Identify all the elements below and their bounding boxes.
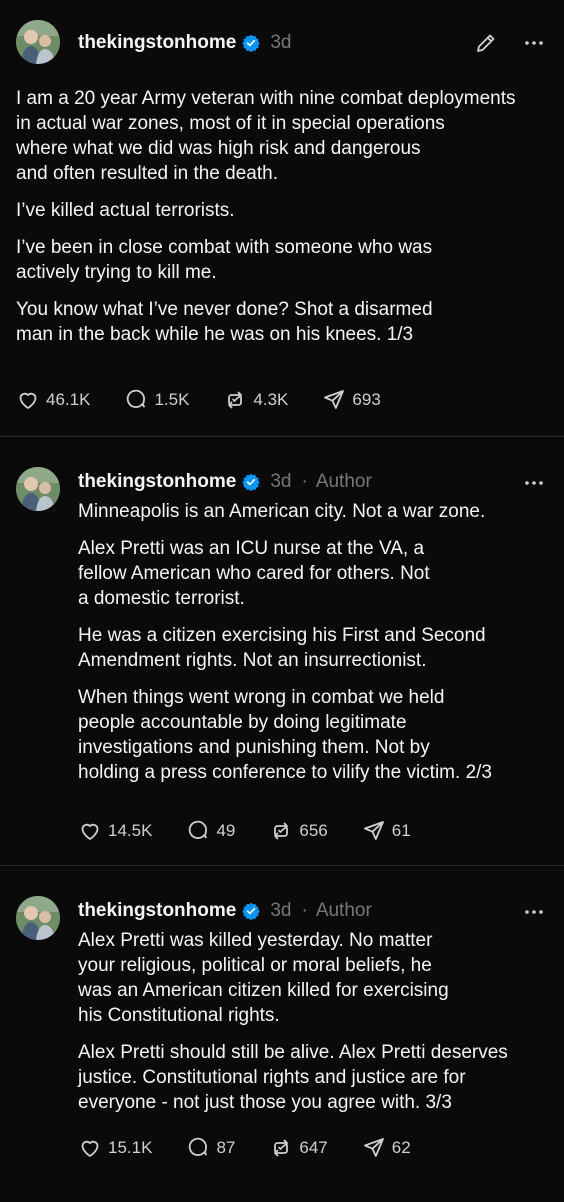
username[interactable]: thekingstonhome (78, 471, 236, 493)
post-paragraph: He was a citizen exercising his First an… (78, 625, 486, 671)
avatar[interactable] (16, 896, 60, 940)
post-time: 3d (270, 471, 292, 492)
like-count: 14.5K (108, 821, 153, 840)
action-bar: 14.5K 49 656 61 (78, 819, 445, 843)
verified-icon (242, 473, 261, 492)
reply-icon (189, 1137, 208, 1156)
post-time: 3d (270, 32, 292, 53)
repost-count: 647 (299, 1138, 328, 1157)
heart-icon (19, 392, 37, 409)
repost-count: 4.3K (253, 390, 289, 409)
thread-post-1: thekingstonhome 3d I am a 20 year Army v… (0, 0, 564, 436)
repost-icon (274, 1139, 289, 1157)
repost-count: 656 (299, 821, 328, 840)
separator-dot: · (301, 900, 308, 921)
reply-icon (189, 820, 208, 839)
verified-icon (242, 34, 261, 53)
verified-icon (242, 902, 261, 921)
action-bar: 46.1K 1.5K 4.3K 693 (16, 388, 415, 412)
avatar[interactable] (16, 467, 60, 511)
share-button[interactable]: 62 (362, 1136, 411, 1160)
post-header: thekingstonhome 3d (78, 28, 291, 58)
heart-icon (81, 823, 99, 840)
author-label: Author (315, 900, 372, 921)
post-body: Alex Pretti was killed yesterday. No mat… (78, 928, 556, 1127)
reply-button[interactable]: 87 (186, 1136, 235, 1160)
reply-button[interactable]: 1.5K (124, 388, 189, 412)
more-icon[interactable] (522, 900, 546, 929)
repost-button[interactable]: 656 (269, 819, 328, 843)
repost-icon (228, 391, 243, 409)
like-button[interactable]: 15.1K (78, 1136, 152, 1160)
username[interactable]: thekingstonhome (78, 32, 236, 54)
share-icon (363, 1138, 384, 1157)
like-count: 15.1K (108, 1138, 153, 1157)
share-button[interactable]: 693 (322, 388, 381, 412)
reply-count: 1.5K (154, 390, 190, 409)
action-bar: 15.1K 87 647 62 (78, 1136, 445, 1160)
username[interactable]: thekingstonhome (78, 900, 236, 922)
share-count: 693 (352, 390, 381, 409)
post-header: thekingstonhome 3d · Author (78, 896, 372, 926)
post-time: 3d (270, 900, 292, 921)
share-icon (363, 821, 384, 840)
post-paragraph: I’ve been in close combat with someone w… (16, 237, 433, 283)
share-count: 62 (391, 1138, 411, 1157)
post-body: Minneapolis is an American city. Not a w… (78, 499, 556, 797)
post-paragraph: Alex Pretti should still be alive. Alex … (78, 1042, 508, 1113)
reply-count: 87 (216, 1138, 236, 1157)
share-count: 61 (391, 821, 411, 840)
thread-post-2: thekingstonhome 3d · Author Minneapolis … (0, 436, 564, 865)
heart-icon (81, 1140, 99, 1157)
thread-post-3: thekingstonhome 3d · Author Alex Pretti … (0, 865, 564, 1202)
share-button[interactable]: 61 (362, 819, 411, 843)
post-paragraph: Alex Pretti was killed yesterday. No mat… (78, 930, 449, 1026)
post-paragraph: Alex Pretti was an ICU nurse at the VA, … (78, 538, 430, 609)
like-button[interactable]: 14.5K (78, 819, 152, 843)
repost-button[interactable]: 647 (269, 1136, 328, 1160)
more-icon[interactable] (522, 471, 546, 500)
post-paragraph: You know what I’ve never done? Shot a di… (16, 299, 433, 345)
post-body: I am a 20 year Army veteran with nine co… (16, 86, 556, 359)
repost-button[interactable]: 4.3K (223, 388, 288, 412)
post-paragraph: I’ve killed actual terrorists. (16, 200, 235, 221)
reply-icon (127, 389, 146, 408)
post-paragraph: When things went wrong in combat we held… (78, 687, 492, 783)
reply-count: 49 (216, 821, 236, 840)
like-count: 46.1K (46, 390, 91, 409)
avatar[interactable] (16, 20, 60, 64)
more-icon[interactable] (522, 31, 546, 60)
post-header: thekingstonhome 3d · Author (78, 467, 372, 497)
post-paragraph: Minneapolis is an American city. Not a w… (78, 501, 486, 522)
repost-icon (274, 822, 289, 840)
separator-dot: · (301, 471, 308, 492)
reply-button[interactable]: 49 (186, 819, 235, 843)
post-paragraph: I am a 20 year Army veteran with nine co… (16, 88, 516, 184)
author-label: Author (315, 471, 372, 492)
like-button[interactable]: 46.1K (16, 388, 90, 412)
share-icon (324, 390, 345, 409)
edit-icon[interactable] (474, 31, 498, 60)
